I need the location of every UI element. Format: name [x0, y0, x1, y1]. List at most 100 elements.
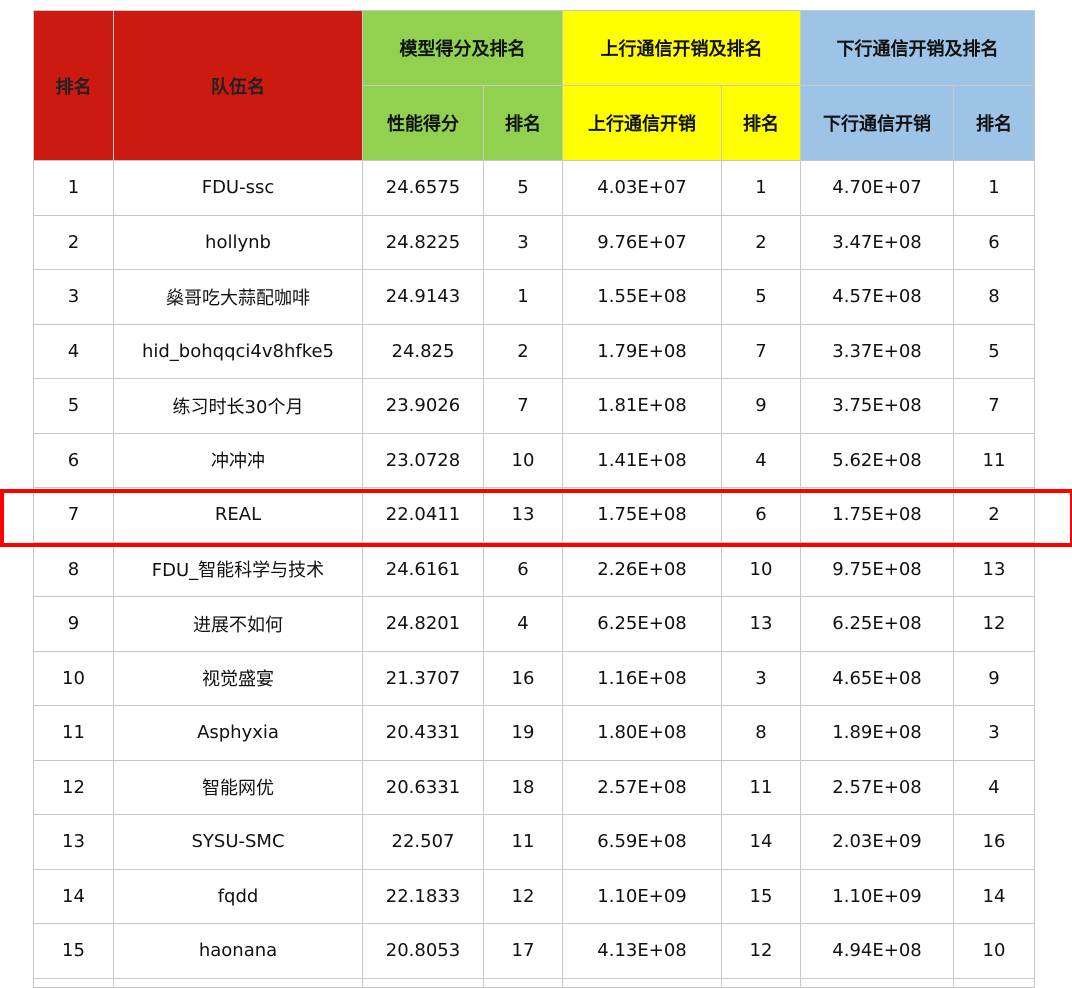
cell-uplink-cost: 1.55E+08 — [562, 269, 722, 325]
cell-team-name: 燊哥吃大蒜配咖啡 — [113, 269, 363, 325]
header-perf-score: 性能得分 — [362, 85, 484, 161]
cell-perf-score: 22.0411 — [362, 487, 484, 543]
table-row: 13 SYSU-SMC 22.507 11 6.59E+08 14 2.03E+09 16 — [33, 814, 1035, 870]
header-model-group: 模型得分及排名 — [362, 10, 563, 86]
cell-uplink-cost: 1.81E+08 — [562, 378, 722, 434]
cell-uplink-rank: 14 — [721, 814, 801, 870]
cell-downlink-cost: 3.75E+08 — [800, 378, 954, 434]
cell-rank: 10 — [33, 650, 114, 706]
cell-team-name: fqdd — [113, 868, 363, 924]
cell-team-name: Asphyxia — [113, 705, 363, 761]
empty-cell — [562, 977, 722, 988]
cell-downlink-cost: 1.75E+08 — [800, 487, 954, 543]
cell-perf-score: 23.9026 — [362, 378, 484, 434]
cell-uplink-cost: 6.25E+08 — [562, 596, 722, 652]
cell-downlink-rank: 12 — [953, 596, 1035, 652]
cell-downlink-rank: 3 — [953, 705, 1035, 761]
cell-perf-score: 24.8225 — [362, 214, 484, 270]
cell-uplink-rank: 2 — [721, 214, 801, 270]
header-model-rank: 排名 — [483, 85, 563, 161]
cell-downlink-cost: 4.65E+08 — [800, 650, 954, 706]
cell-perf-score: 20.4331 — [362, 705, 484, 761]
table-row: 10 视觉盛宴 21.3707 16 1.16E+08 3 4.65E+08 9 — [33, 650, 1035, 706]
cell-team-name: SYSU-SMC — [113, 814, 363, 870]
cell-model-rank: 5 — [483, 160, 563, 216]
cell-perf-score: 20.8053 — [362, 923, 484, 979]
cell-rank: 12 — [33, 759, 114, 815]
empty-cell — [721, 977, 801, 988]
cell-downlink-rank: 10 — [953, 923, 1035, 979]
cell-uplink-cost: 6.59E+08 — [562, 814, 722, 870]
cell-uplink-rank: 7 — [721, 323, 801, 379]
cell-perf-score: 20.6331 — [362, 759, 484, 815]
cell-model-rank: 7 — [483, 378, 563, 434]
cell-model-rank: 6 — [483, 541, 563, 597]
cell-uplink-cost: 2.57E+08 — [562, 759, 722, 815]
cell-model-rank: 18 — [483, 759, 563, 815]
cell-perf-score: 22.1833 — [362, 868, 484, 924]
cell-uplink-cost: 1.16E+08 — [562, 650, 722, 706]
cell-rank: 1 — [33, 160, 114, 216]
cell-downlink-cost: 2.03E+09 — [800, 814, 954, 870]
table-row: 1 FDU-ssc 24.6575 5 4.03E+07 1 4.70E+07 1 — [33, 160, 1035, 216]
table-row: 11 Asphyxia 20.4331 19 1.80E+08 8 1.89E+08 3 — [33, 705, 1035, 761]
header-downlink-cost: 下行通信开销 — [800, 85, 954, 161]
table-row: 3 燊哥吃大蒜配咖啡 24.9143 1 1.55E+08 5 4.57E+08 8 — [33, 269, 1035, 325]
cell-downlink-rank: 16 — [953, 814, 1035, 870]
cell-perf-score: 24.6161 — [362, 541, 484, 597]
cell-downlink-cost: 5.62E+08 — [800, 432, 954, 488]
cell-downlink-rank: 4 — [953, 759, 1035, 815]
cell-uplink-rank: 10 — [721, 541, 801, 597]
cell-downlink-cost: 9.75E+08 — [800, 541, 954, 597]
cell-perf-score: 22.507 — [362, 814, 484, 870]
cell-uplink-cost: 1.80E+08 — [562, 705, 722, 761]
cell-perf-score: 21.3707 — [362, 650, 484, 706]
cell-downlink-cost: 3.37E+08 — [800, 323, 954, 379]
cell-team-name: hid_bohqqci4v8hfke5 — [113, 323, 363, 379]
cell-downlink-rank: 13 — [953, 541, 1035, 597]
cell-team-name: FDU-ssc — [113, 160, 363, 216]
cell-team-name: 冲冲冲 — [113, 432, 363, 488]
cell-model-rank: 11 — [483, 814, 563, 870]
cell-uplink-rank: 3 — [721, 650, 801, 706]
cell-uplink-cost: 1.10E+09 — [562, 868, 722, 924]
cell-downlink-rank: 6 — [953, 214, 1035, 270]
cell-team-name: 视觉盛宴 — [113, 650, 363, 706]
cell-rank: 14 — [33, 868, 114, 924]
cell-uplink-rank: 13 — [721, 596, 801, 652]
table-row: 9 进展不如何 24.8201 4 6.25E+08 13 6.25E+08 12 — [33, 596, 1035, 652]
ranking-table: 排名 队伍名 模型得分及排名 上行通信开销及排名 下行通信开销及排名 性能得分 … — [33, 10, 1035, 988]
cell-rank: 11 — [33, 705, 114, 761]
cell-perf-score: 24.9143 — [362, 269, 484, 325]
table-row: 15 haonana 20.8053 17 4.13E+08 12 4.94E+08 10 — [33, 923, 1035, 979]
empty-cell — [800, 977, 954, 988]
header-uplink-cost: 上行通信开销 — [562, 85, 722, 161]
table-row: 14 fqdd 22.1833 12 1.10E+09 15 1.10E+09 14 — [33, 868, 1035, 924]
header-uplink-group: 上行通信开销及排名 — [562, 10, 801, 86]
table-row: 5 练习时长30个月 23.9026 7 1.81E+08 9 3.75E+08 7 — [33, 378, 1035, 434]
cell-downlink-cost: 2.57E+08 — [800, 759, 954, 815]
cell-downlink-rank: 2 — [953, 487, 1035, 543]
cell-downlink-cost: 3.47E+08 — [800, 214, 954, 270]
cell-uplink-cost: 1.79E+08 — [562, 323, 722, 379]
cell-rank: 15 — [33, 923, 114, 979]
cell-team-name: REAL — [113, 487, 363, 543]
cell-model-rank: 3 — [483, 214, 563, 270]
cell-rank: 4 — [33, 323, 114, 379]
cell-model-rank: 4 — [483, 596, 563, 652]
cell-model-rank: 17 — [483, 923, 563, 979]
cell-team-name: 练习时长30个月 — [113, 378, 363, 434]
cell-uplink-cost: 9.76E+07 — [562, 214, 722, 270]
cell-model-rank: 13 — [483, 487, 563, 543]
table-body: 1 FDU-ssc 24.6575 5 4.03E+07 1 4.70E+07 1 2 holly… — [33, 160, 1035, 988]
empty-cell — [33, 977, 114, 988]
header-team-name: 队伍名 — [113, 10, 363, 161]
cell-model-rank: 12 — [483, 868, 563, 924]
empty-cell — [953, 977, 1035, 988]
cell-downlink-rank: 14 — [953, 868, 1035, 924]
header-downlink-rank: 排名 — [953, 85, 1035, 161]
cell-model-rank: 10 — [483, 432, 563, 488]
cell-downlink-cost: 4.70E+07 — [800, 160, 954, 216]
cell-uplink-rank: 12 — [721, 923, 801, 979]
table-row: 7 REAL 22.0411 13 1.75E+08 6 1.75E+08 2 — [33, 487, 1035, 543]
